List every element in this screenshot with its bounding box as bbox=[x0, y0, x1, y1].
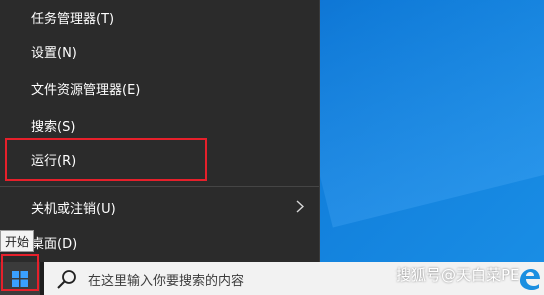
menu-item-label: 关机或注销(U) bbox=[31, 201, 116, 217]
power-user-context-menu: 任务管理器(T) 设置(N) 文件资源管理器(E) 搜索(S) 运行(R) 关机… bbox=[0, 0, 320, 262]
menu-item-label: 设置(N) bbox=[31, 45, 77, 61]
search-placeholder: 在这里输入你要搜索的内容 bbox=[88, 274, 245, 289]
start-button-highlight-box bbox=[1, 254, 39, 291]
edge-browser-icon[interactable] bbox=[516, 266, 542, 292]
start-tooltip: 开始 bbox=[0, 230, 35, 252]
menu-item-shutdown-signout[interactable]: 关机或注销(U) bbox=[0, 190, 319, 224]
menu-item-label: 任务管理器(T) bbox=[31, 11, 115, 27]
menu-item-desktop[interactable]: 桌面(D) bbox=[0, 225, 319, 259]
menu-item-label: 搜索(S) bbox=[31, 119, 76, 135]
menu-item-task-manager[interactable]: 任务管理器(T) bbox=[0, 0, 319, 34]
menu-item-settings[interactable]: 设置(N) bbox=[0, 34, 319, 68]
menu-separator bbox=[0, 186, 319, 187]
menu-item-file-explorer[interactable]: 文件资源管理器(E) bbox=[0, 71, 319, 105]
menu-item-label: 文件资源管理器(E) bbox=[31, 82, 141, 98]
watermark-text: 搜狐号@天白菜PE bbox=[396, 266, 520, 284]
menu-item-search[interactable]: 搜索(S) bbox=[0, 108, 319, 142]
run-item-highlight-box bbox=[5, 138, 207, 181]
chevron-right-icon bbox=[293, 198, 307, 214]
menu-item-label: 桌面(D) bbox=[31, 236, 78, 252]
search-icon[interactable] bbox=[55, 267, 79, 291]
